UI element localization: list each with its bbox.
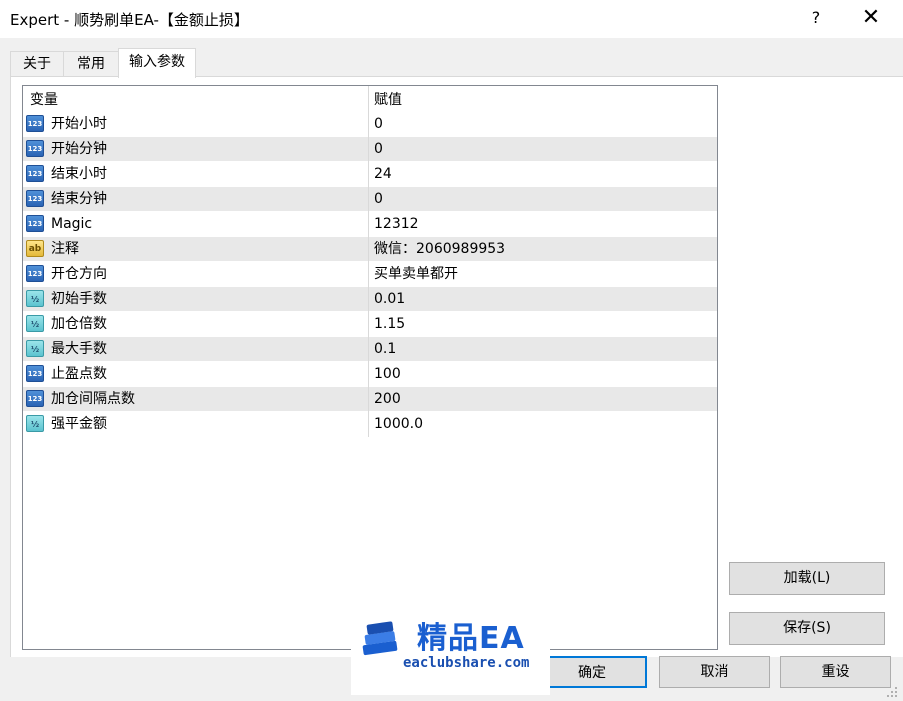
load-button[interactable]: 加载(L): [729, 562, 885, 595]
parameter-value[interactable]: 0: [374, 112, 383, 137]
parameter-name: 加仓间隔点数: [51, 391, 135, 407]
double-type-icon: ½: [26, 340, 44, 357]
parameter-row[interactable]: 123 Magic 12312: [23, 212, 717, 237]
parameter-row[interactable]: ab 注释 微信：2060989953: [23, 237, 717, 262]
column-divider: [368, 137, 369, 162]
parameter-name: 止盈点数: [51, 366, 107, 382]
parameter-row[interactable]: ½ 初始手数 0.01: [23, 287, 717, 312]
double-type-icon: ½: [26, 290, 44, 307]
parameter-value[interactable]: 1000.0: [374, 412, 423, 437]
column-divider: [368, 187, 369, 212]
parameter-row[interactable]: 123 开始小时 0: [23, 112, 717, 137]
parameter-row[interactable]: 123 结束小时 24: [23, 162, 717, 187]
parameter-value[interactable]: 0: [374, 187, 383, 212]
help-button[interactable]: ?: [806, 8, 826, 27]
parameter-value[interactable]: 1.15: [374, 312, 405, 337]
parameter-name: 最大手数: [51, 341, 107, 357]
double-type-icon: ½: [26, 315, 44, 332]
parameter-row[interactable]: 123 结束分钟 0: [23, 187, 717, 212]
string-type-icon: ab: [26, 240, 44, 257]
integer-type-icon: 123: [26, 165, 44, 182]
parameter-value[interactable]: 0.01: [374, 287, 405, 312]
window-title: Expert - 顺势刷单EA-【金额止损】: [10, 11, 249, 29]
integer-type-icon: 123: [26, 215, 44, 232]
integer-type-icon: 123: [26, 140, 44, 157]
parameter-value[interactable]: 买单卖单都开: [374, 262, 458, 287]
column-divider: [368, 112, 369, 137]
parameter-name: Magic: [51, 216, 93, 232]
tab-common[interactable]: 常用: [63, 51, 119, 77]
integer-type-icon: 123: [26, 190, 44, 207]
book-stack-icon: [362, 621, 398, 656]
parameter-name: 开始分钟: [51, 141, 107, 157]
column-divider: [368, 312, 369, 337]
parameter-name: 结束小时: [51, 166, 107, 182]
parameter-row[interactable]: ½ 最大手数 0.1: [23, 337, 717, 362]
parameter-name: 加仓倍数: [51, 316, 107, 332]
reset-button[interactable]: 重设: [780, 656, 891, 688]
parameter-name: 强平金额: [51, 416, 107, 432]
column-divider: [368, 212, 369, 237]
header-value[interactable]: 赋值: [374, 86, 402, 112]
parameters-grid[interactable]: 变量 赋值 123 开始小时 0 123 开始分钟 0 123 结束小时 24 123 结束分钟 0 1…: [22, 85, 718, 650]
column-divider: [368, 162, 369, 187]
cancel-button[interactable]: 取消: [659, 656, 770, 688]
column-divider: [368, 262, 369, 287]
header-divider[interactable]: [368, 86, 369, 112]
parameter-value[interactable]: 100: [374, 362, 401, 387]
double-type-icon: ½: [26, 415, 44, 432]
watermark-url: eaclubshare.com: [403, 655, 530, 671]
resize-grip-icon[interactable]: [885, 685, 899, 699]
parameter-value[interactable]: 200: [374, 387, 401, 412]
parameter-name: 注释: [51, 241, 79, 257]
tab-inputs[interactable]: 输入参数: [118, 48, 196, 78]
title-bar: Expert - 顺势刷单EA-【金额止损】 ? ✕: [0, 0, 903, 38]
parameter-row[interactable]: 123 止盈点数 100: [23, 362, 717, 387]
parameter-row[interactable]: ½ 强平金额 1000.0: [23, 412, 717, 437]
watermark-overlay: 精品EA eaclubshare.com: [351, 603, 550, 695]
ok-button[interactable]: 确定: [537, 656, 647, 688]
parameter-row[interactable]: ½ 加仓倍数 1.15: [23, 312, 717, 337]
tab-about[interactable]: 关于: [10, 51, 64, 77]
column-divider: [368, 287, 369, 312]
parameter-row[interactable]: 123 加仓间隔点数 200: [23, 387, 717, 412]
parameter-value[interactable]: 12312: [374, 212, 419, 237]
parameter-row[interactable]: 123 开仓方向 买单卖单都开: [23, 262, 717, 287]
parameter-name: 初始手数: [51, 291, 107, 307]
header-variable[interactable]: 变量: [30, 86, 58, 112]
integer-type-icon: 123: [26, 390, 44, 407]
close-button[interactable]: ✕: [856, 4, 886, 32]
save-button[interactable]: 保存(S): [729, 612, 885, 645]
parameter-name: 开仓方向: [51, 266, 107, 282]
watermark-title: 精品EA: [417, 621, 525, 656]
column-divider: [368, 387, 369, 412]
parameter-value[interactable]: 0: [374, 137, 383, 162]
integer-type-icon: 123: [26, 265, 44, 282]
column-divider: [368, 362, 369, 387]
grid-header: 变量 赋值: [23, 86, 717, 112]
parameter-value[interactable]: 0.1: [374, 337, 396, 362]
parameter-row[interactable]: 123 开始分钟 0: [23, 137, 717, 162]
parameter-name: 开始小时: [51, 116, 107, 132]
integer-type-icon: 123: [26, 365, 44, 382]
column-divider: [368, 412, 369, 437]
parameter-value[interactable]: 24: [374, 162, 392, 187]
column-divider: [368, 237, 369, 262]
integer-type-icon: 123: [26, 115, 44, 132]
column-divider: [368, 337, 369, 362]
parameter-name: 结束分钟: [51, 191, 107, 207]
parameter-value[interactable]: 微信：2060989953: [374, 237, 505, 262]
